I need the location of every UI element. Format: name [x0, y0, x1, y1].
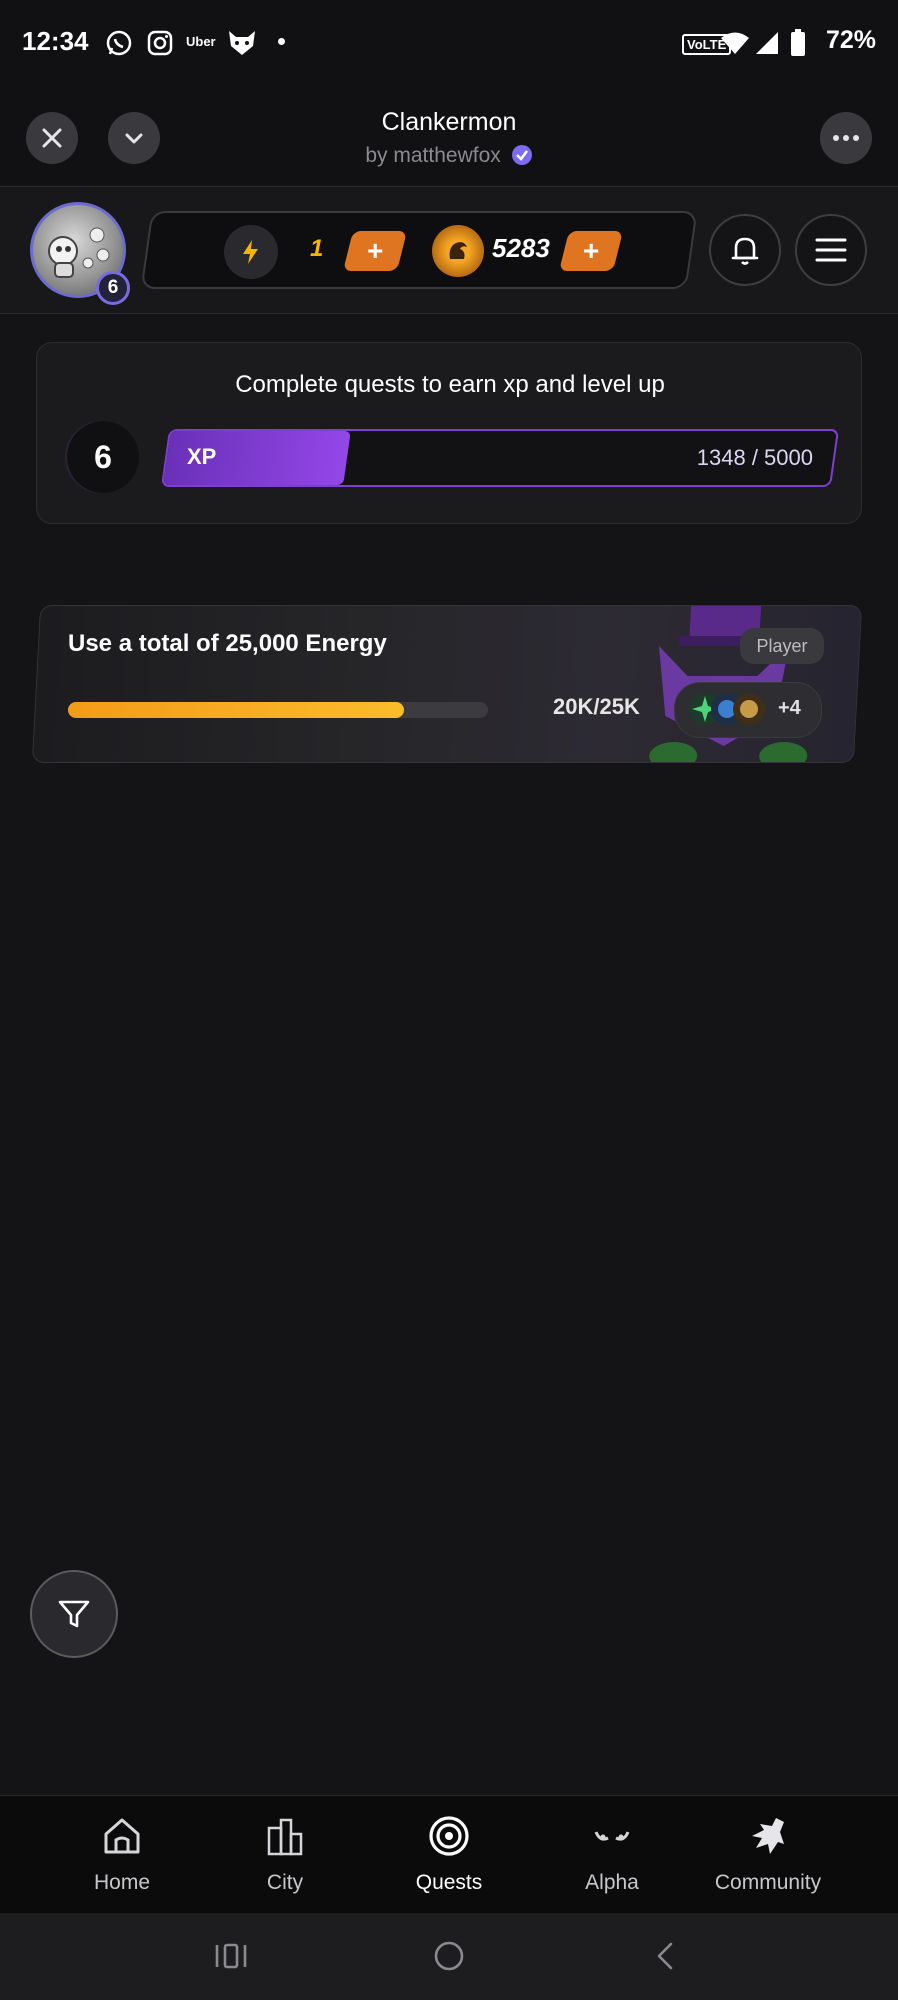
quest-progress-text: 20K/25K	[553, 694, 640, 719]
nav-community[interactable]: Community	[693, 1814, 843, 1895]
home-system-icon[interactable]	[432, 1939, 466, 1973]
quest-progress-bar	[68, 702, 488, 718]
more-options-button[interactable]	[820, 112, 872, 164]
bottom-nav: Home City Quests Alpha Community	[0, 1795, 898, 1913]
energy-badge	[224, 225, 278, 279]
whatsapp-icon	[106, 30, 132, 56]
wifi-icon	[721, 32, 749, 54]
avatar-level-badge: 6	[96, 271, 130, 305]
quest-tag: Player	[740, 628, 824, 664]
nav-alpha[interactable]: Alpha	[537, 1814, 687, 1895]
filter-icon	[58, 1600, 90, 1628]
nav-quests-label: Quests	[415, 1871, 483, 1894]
quest-title: Use a total of 25,000 Energy	[68, 630, 387, 657]
nav-alpha-label: Alpha	[585, 1871, 639, 1894]
add-energy-button[interactable]: +	[343, 231, 407, 271]
dot-icon	[278, 38, 285, 45]
coin-emblem-icon	[449, 242, 467, 259]
battery-icon	[791, 29, 805, 56]
eyes-icon	[594, 1831, 630, 1841]
xp-card: Complete quests to earn xp and level up …	[36, 342, 862, 524]
more-icon	[833, 135, 859, 141]
current-level: 6	[67, 421, 139, 493]
status-time: 12:34	[22, 26, 89, 56]
xp-label: XP	[187, 444, 217, 469]
uber-icon: Uber	[186, 34, 216, 49]
nav-home[interactable]: Home	[47, 1814, 197, 1895]
menu-button[interactable]	[795, 214, 867, 286]
signal-icon	[756, 32, 778, 54]
xp-value: 1348 / 5000	[696, 445, 813, 470]
nav-quests[interactable]: Quests	[374, 1814, 524, 1895]
bell-icon	[731, 237, 759, 265]
wolf-icon	[752, 1818, 784, 1854]
filter-button[interactable]	[30, 1570, 118, 1658]
energy-count: 1	[310, 235, 324, 262]
notifications-button[interactable]	[709, 214, 781, 286]
instagram-icon	[147, 30, 173, 56]
city-icon	[267, 1818, 303, 1856]
plus-icon: +	[366, 235, 384, 266]
battery-percent: 72%	[825, 26, 876, 54]
home-icon	[104, 1818, 140, 1854]
plus-icon: +	[582, 235, 600, 266]
author-text: by matthewfox	[365, 144, 501, 167]
recent-apps-icon[interactable]	[214, 1941, 248, 1971]
extra-rewards-count: +4	[778, 697, 801, 719]
mini-app-header: Clankermon by matthewfox	[0, 88, 898, 184]
quest-progress-fill	[68, 702, 404, 718]
verified-icon	[511, 145, 532, 165]
nav-home-label: Home	[93, 1871, 151, 1894]
game-top-bar: 6 1 + 5283 +	[0, 186, 898, 314]
target-icon	[429, 1816, 469, 1856]
hamburger-icon	[815, 238, 847, 262]
app-author: by matthewfox	[0, 144, 898, 168]
status-bar: 12:34 Uber VoLTE 72%	[0, 0, 898, 88]
xp-card-title: Complete quests to earn xp and level up	[235, 371, 665, 398]
nav-community-label: Community	[714, 1871, 822, 1894]
nav-city-label: City	[266, 1871, 304, 1894]
nav-city[interactable]: City	[210, 1814, 360, 1895]
app-title: Clankermon	[381, 108, 517, 136]
system-nav-bar	[0, 1913, 898, 2000]
back-icon[interactable]	[652, 1941, 678, 1971]
golden-creature-reward-icon	[733, 693, 765, 725]
coin-icon	[432, 225, 484, 277]
lightning-icon	[243, 240, 258, 264]
fox-icon	[229, 31, 255, 55]
add-coins-button[interactable]: +	[559, 231, 623, 271]
coin-count: 5283	[492, 233, 550, 263]
